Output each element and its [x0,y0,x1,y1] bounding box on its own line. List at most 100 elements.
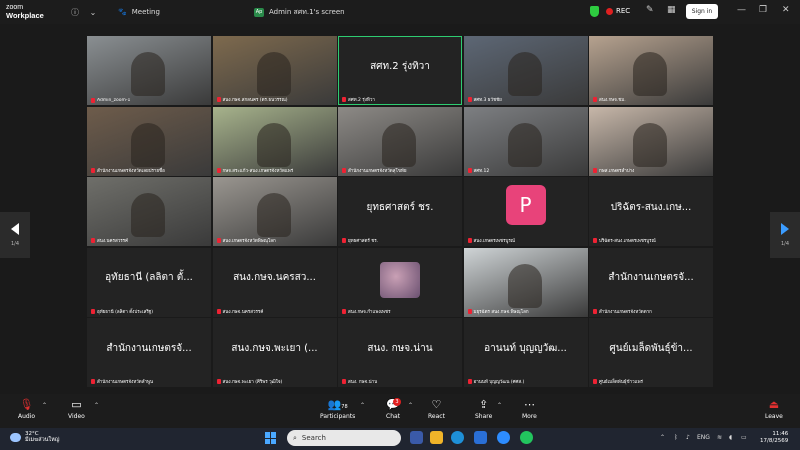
leave-button[interactable]: ⏏ Leave [765,398,783,420]
chat-options-chevron-icon[interactable]: ⌃ [408,402,413,409]
participant-tile[interactable]: สนง.กษจ.สกลนคร (ดร.ธนวรรณ) [212,36,337,105]
react-button[interactable]: ♡ React [428,398,445,420]
participant-tile[interactable]: กษส.เกษตรลำปาง [589,106,713,176]
taskbar-search-box[interactable]: ⌕ Search [287,430,401,446]
participant-profile-picture [380,261,420,298]
security-shield-icon[interactable] [590,6,599,17]
muted-mic-icon [467,238,472,243]
participant-tile[interactable]: ยุทธศาสตร์ ชร. ยุทธศาสตร์ ชร. [338,177,462,246]
participant-name: สนง.เกษตรจังหวัดพิษณุโลก [222,239,276,244]
search-placeholder: Search [301,434,326,442]
participant-tile[interactable]: ศูนย์เมล็ดพันธุ์ข้า... ศูนย์เมล็ดพันธุ์ข้… [589,318,713,387]
participant-tile[interactable]: สศท.2 รุ่งทิวา สศท.2 รุ่งทิวา [338,36,462,105]
edge-browser-icon[interactable] [451,431,464,444]
previous-page-button[interactable]: 1/4 [0,212,30,258]
line-app-icon[interactable] [520,431,533,444]
sign-in-button[interactable]: Sign in [686,4,718,19]
grid-view-icon[interactable]: ▦ [667,5,676,15]
participant-name-label: สำนักงานเกษตรจังหวัดสุโขทัย [342,167,407,174]
task-view-icon[interactable] [410,431,423,444]
participant-tile[interactable]: อานนท์ บุญญวัฒ... อานนท์ บุญญวัฒน (ศศส.) [463,318,588,387]
participant-tile[interactable]: สนง.กษจ.ชม. [589,36,713,105]
info-icon[interactable]: ⓘ [66,7,84,18]
zoom-taskbar-icon[interactable] [497,431,510,444]
participants-options-chevron-icon[interactable]: ⌃ [360,402,365,409]
more-button[interactable]: ⋯ More [522,398,537,420]
windows-start-icon[interactable] [265,432,277,444]
bluetooth-icon[interactable]: ᛒ [674,434,678,441]
video-camera-icon: ▭ [71,398,82,411]
audio-options-chevron-icon[interactable]: ⌃ [42,402,47,409]
restore-icon[interactable]: ❐ [759,5,767,15]
muted-mic-icon [216,308,221,314]
battery-icon[interactable]: ▭ [741,434,747,441]
tab-shared-screen[interactable]: Ap Admin สศท.1's screen [246,0,406,24]
participant-display-name: อุทัยธานี (ลลิตา ตั้... [105,272,193,283]
participant-tile[interactable]: สำนักงานเกษตรจั... สำนักงานเกษตรจังหวัดตา… [589,247,713,317]
participant-tile[interactable]: อุทัยธานี (ลลิตา ตั้... อุทัยธานี (ลลิตา … [87,247,211,317]
participant-video-feed [256,122,291,167]
chevron-down-icon[interactable]: ⌄ [84,8,102,17]
wifi-icon[interactable]: ≋ [717,434,722,441]
participant-tile[interactable]: สำนักงานเกษตรจั... สำนักงานเกษตรจังหวัดลำ… [87,318,211,387]
participant-tile[interactable]: สนง.นครสวรรค์ [87,177,211,246]
page-indicator-left: 1/4 [10,241,20,247]
participant-tile[interactable]: สศท.3 ธวัชชัย [463,36,588,105]
system-clock[interactable]: 11:46 17/8/2569 [760,431,788,445]
share-options-chevron-icon[interactable]: ⌃ [497,402,502,409]
participant-tile[interactable]: สศท.12 [463,106,588,176]
share-label: Share [475,413,493,420]
weather-widget[interactable]: 32°C มีเมฆส่วนใหญ่ [10,431,59,443]
participant-name: ศูนย์เมล็ดพันธุ์ข้าวแพร่ [599,380,643,385]
muted-mic-icon [342,238,346,243]
participant-tile[interactable]: กษจ.สระแก้ว-สนง.เกษตรจังหวัดแพร่ [212,106,337,176]
participant-tile[interactable]: สนง.กษจ.นครสว... สนง.กษจ.นครสวรรค์ [212,247,337,317]
participant-name: สนง.กษจ.พะเยา (ศิริพร วุฒิใจ) [222,380,283,385]
participant-display-name: สศท.2 รุ่งทิวา [370,60,430,72]
participant-tile[interactable]: สนง.เกษตรจังหวัดพิษณุโลก [212,177,337,246]
participant-tile[interactable]: สนง. กษจ.น่าน สนง. กษจ.น่าน [338,318,462,387]
muted-mic-icon [91,238,95,243]
participant-display-name: สำนักงานเกษตรจั... [608,272,694,283]
participant-name-label: สำนักงานเกษตรจังหวัดลำพูน [91,378,153,385]
volume-icon[interactable]: ◖ [729,434,732,441]
participant-tile[interactable]: มยุรฉัตร สนง.กษจ.พิษณุโลก [463,247,588,317]
participant-tile[interactable]: ปริฉัตร-สนง.เกษ... ปริฉัตร-สนง.เกษตรเพชรบ… [589,177,713,246]
participant-tile[interactable]: P สนง.เกษตรเพชรบูรณ์ [463,177,588,246]
participant-tile[interactable]: สนง.กษจ.กำแพงเพชร [338,247,462,317]
participant-avatar: P [505,185,546,225]
meeting-icon: 🐾 [118,8,127,16]
audio-button[interactable]: 🎙 Audio [18,398,35,420]
participant-name: สนง.กษจ.ชม. [599,98,626,103]
rec-label: REC [616,7,631,15]
input-language[interactable]: ENG [697,434,710,441]
participant-tile[interactable]: สำนักงานเกษตรจังหวัดเลยปรายชื่อ [87,106,211,176]
participant-name-label: สนง.กษจ.พะเยา (ศิริพร วุฒิใจ) [216,378,283,385]
participant-tile[interactable]: Admin_zoom-1 [87,36,211,105]
video-options-chevron-icon[interactable]: ⌃ [94,402,99,409]
participants-button[interactable]: 👥78 Participants [320,398,355,420]
participant-tile[interactable]: สำนักงานเกษตรจังหวัดสุโขทัย [338,106,462,176]
participant-tile[interactable]: สนง.กษจ.พะเยา (... สนง.กษจ.พะเยา (ศิริพร … [212,318,337,387]
participant-name: สำนักงานเกษตรจังหวัดลำพูน [97,380,154,385]
tab-meeting[interactable]: 🐾 Meeting [110,0,235,24]
close-icon[interactable]: ✕ [782,5,790,15]
tray-overflow-chevron-icon[interactable]: ⌃ [660,434,665,441]
recording-indicator[interactable]: REC [606,7,630,15]
file-explorer-icon[interactable] [430,431,443,444]
participant-name-label: มยุรฉัตร สนง.กษจ.พิษณุโลก [467,308,529,315]
video-button[interactable]: ▭ Video [68,398,85,420]
speaker-tray-icon[interactable]: ♪ [686,434,690,441]
magic-wand-icon[interactable]: ✎ [646,5,654,15]
participants-label: Participants [320,413,356,420]
minimize-icon[interactable]: — [737,5,746,15]
page-indicator-right: 1/4 [780,241,790,247]
taskbar-app-icon[interactable] [474,431,487,444]
muted-mic-icon [91,167,95,173]
participant-name: สศท.3 ธวัชชัย [473,98,502,103]
participant-display-name: สนง. กษจ.น่าน [367,342,433,354]
share-button[interactable]: ⇪ Share [475,398,492,420]
arrow-left-icon [11,223,19,235]
next-page-button[interactable]: 1/4 [770,212,800,258]
participant-name-label: สนง.นครสวรรค์ [91,237,128,244]
